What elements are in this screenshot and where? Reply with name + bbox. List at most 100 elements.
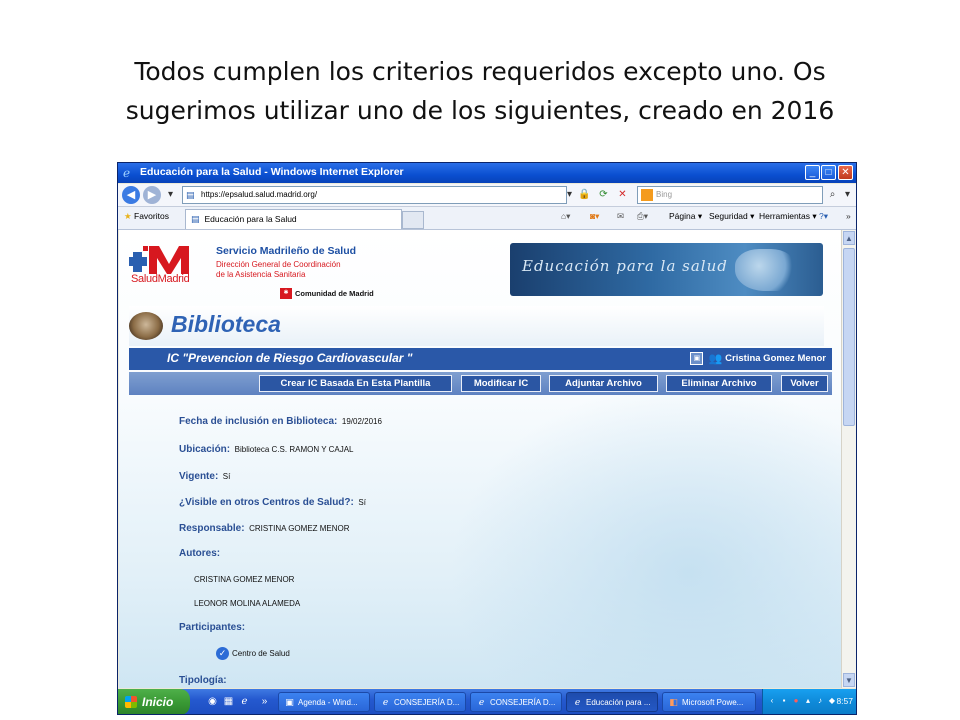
menu-herramientas[interactable]: Herramientas ▾ xyxy=(759,211,817,222)
taskbar-item-agenda[interactable]: ▣ Agenda - Wind... xyxy=(278,692,370,712)
home-icon[interactable]: ⌂▾ xyxy=(561,211,570,222)
taskbar: Inicio ◉ ▦ ℯ » ▣ Agenda - Wind... ℯ CONSEJ… xyxy=(118,689,856,714)
header-banner: Educación para la salud xyxy=(510,243,823,296)
slide-title: Todos cumplen los criterios requeridos e… xyxy=(0,52,960,130)
url-text: https://epsalud.salud.madrid.org/ xyxy=(201,190,318,199)
tray-arrow-icon[interactable]: ‹ xyxy=(767,696,777,706)
ubicacion-value: Biblioteca C.S. RAMON Y CAJAL xyxy=(234,445,354,454)
ie-logo-icon: ℯ xyxy=(123,166,131,180)
library-image xyxy=(129,312,163,340)
clock: 8:57 xyxy=(836,696,853,706)
task-label: CONSEJERÍA D... xyxy=(490,698,556,707)
scrollbar-thumb[interactable] xyxy=(843,248,855,426)
taskbar-item-consejeria-2[interactable]: ℯ CONSEJERÍA D... xyxy=(470,692,562,712)
field-vigente: Vigente: Sí xyxy=(179,471,230,482)
page-content: SaludMadrid Servicio Madrileño de Salud … xyxy=(119,230,841,688)
participantes-heading: Participantes: xyxy=(179,622,246,633)
refresh-icon[interactable]: ⟳ xyxy=(596,187,611,202)
favorites-label: Favoritos xyxy=(134,211,169,221)
history-dropdown-icon[interactable]: ▾ xyxy=(163,187,178,202)
volver-button[interactable]: Volver xyxy=(781,375,828,392)
user-name: Cristina Gomez Menor xyxy=(725,353,826,365)
responsable-label: Responsable: xyxy=(179,523,245,534)
user-card-icon[interactable]: ▣ xyxy=(690,352,704,365)
forward-button[interactable]: ▶ xyxy=(143,186,161,204)
menu-pagina[interactable]: Página ▾ xyxy=(669,211,702,222)
banner-text: Educación para la salud xyxy=(522,257,728,275)
biblioteca-header: Biblioteca xyxy=(129,306,824,346)
tray-ati-icon[interactable]: ▴ xyxy=(803,696,813,706)
search-icon[interactable]: ⌕ xyxy=(825,187,840,202)
back-button[interactable]: ◀ xyxy=(122,186,140,204)
task-label: CONSEJERÍA D... xyxy=(394,698,460,707)
vertical-scrollbar[interactable]: ▲ ▼ xyxy=(841,230,856,688)
participante-item: Centro de Salud xyxy=(232,649,290,658)
comunidad-flag-icon: ✱ xyxy=(280,288,292,299)
star-icon: ★ xyxy=(124,211,132,221)
favorites-button[interactable]: ★ Favoritos xyxy=(124,211,169,222)
menu-seguridad[interactable]: Seguridad ▾ xyxy=(709,211,754,222)
bing-logo-icon xyxy=(641,189,653,201)
tray-network-icon[interactable]: ▪ xyxy=(779,696,789,706)
hand-image xyxy=(735,249,795,291)
slide-title-line1: Todos cumplen los criterios requeridos e… xyxy=(134,57,826,86)
minimize-button[interactable]: _ xyxy=(805,165,820,180)
url-dropdown-icon[interactable]: ▾ xyxy=(562,187,577,202)
responsable-value: CRISTINA GOMEZ MENOR xyxy=(249,524,350,533)
system-tray: ‹ ▪ ● ▴ ♪ ◆ 8:57 xyxy=(762,689,856,714)
search-input[interactable]: Bing xyxy=(637,186,823,204)
tray-antivirus-icon[interactable]: ● xyxy=(791,696,801,706)
modificar-ic-button[interactable]: Modificar IC xyxy=(461,375,541,392)
window-title: Educación para la Salud - Windows Intern… xyxy=(140,166,404,178)
chevron-more-icon[interactable]: » xyxy=(846,211,851,221)
taskbar-item-educacion[interactable]: ℯ Educación para ... xyxy=(566,692,658,712)
stop-icon[interactable]: ✕ xyxy=(615,187,630,202)
search-placeholder: Bing xyxy=(656,190,673,199)
adjuntar-archivo-button[interactable]: Adjuntar Archivo xyxy=(549,375,658,392)
quicklaunch-ie-icon[interactable]: ℯ xyxy=(238,695,251,708)
field-fecha: Fecha de inclusión en Biblioteca: 19/02/… xyxy=(179,416,382,427)
eliminar-archivo-button[interactable]: Eliminar Archivo xyxy=(666,375,772,392)
url-field[interactable]: ▤ https://epsalud.salud.madrid.org/ xyxy=(182,186,567,204)
new-tab-button[interactable] xyxy=(402,211,424,229)
help-icon[interactable]: ?▾ xyxy=(819,211,828,222)
quicklaunch-more-icon[interactable]: » xyxy=(258,695,271,708)
field-visible: ¿Visible en otros Centros de Salud?: Sí xyxy=(179,497,366,508)
feeds-icon[interactable]: ◙▾ xyxy=(590,211,599,222)
comunidad-label: Comunidad de Madrid xyxy=(295,289,374,298)
maximize-button[interactable]: □ xyxy=(821,165,836,180)
scroll-down-arrow-icon[interactable]: ▼ xyxy=(843,673,855,687)
check-icon: ✓ xyxy=(216,647,229,660)
search-options-icon[interactable]: ▾ xyxy=(840,187,855,202)
action-toolbar: Crear IC Basada En Esta Plantilla Modifi… xyxy=(129,372,832,395)
fecha-label: Fecha de inclusión en Biblioteca: xyxy=(179,416,338,427)
quicklaunch-desktop-icon[interactable]: ▦ xyxy=(222,695,235,708)
close-button[interactable]: ✕ xyxy=(838,165,853,180)
crear-ic-button[interactable]: Crear IC Basada En Esta Plantilla xyxy=(259,375,452,392)
scroll-up-arrow-icon[interactable]: ▲ xyxy=(843,231,855,245)
task-label: Educación para ... xyxy=(586,698,651,707)
window-titlebar[interactable]: ℯ Educación para la Salud - Windows Inte… xyxy=(118,163,856,183)
tab-label: Educación para la Salud xyxy=(204,214,297,224)
ie-icon: ℯ xyxy=(478,697,485,707)
org-subtitle-2: de la Asistencia Sanitaria xyxy=(216,270,306,279)
mail-icon[interactable]: ✉ xyxy=(617,211,624,222)
logo-subtitle: SaludMadrid xyxy=(131,273,190,285)
taskbar-item-consejeria-1[interactable]: ℯ CONSEJERÍA D... xyxy=(374,692,466,712)
visible-value: Sí xyxy=(358,498,366,507)
record-title: IC "Prevencion de Riesgo Cardiovascular … xyxy=(167,351,413,365)
task-label: Agenda - Wind... xyxy=(298,698,358,707)
print-icon[interactable]: ⎙▾ xyxy=(637,211,648,222)
powerpoint-icon: ◧ xyxy=(669,697,678,707)
tray-volume-icon[interactable]: ♪ xyxy=(815,696,825,706)
quicklaunch-outlook-icon[interactable]: ◉ xyxy=(206,695,219,708)
autores-heading: Autores: xyxy=(179,548,221,559)
vigente-value: Sí xyxy=(222,472,231,481)
window-icon: ▣ xyxy=(285,697,294,707)
tab-educacion[interactable]: ▤ Educación para la Salud xyxy=(185,209,402,229)
lock-icon[interactable]: 🔒 xyxy=(577,187,592,202)
taskbar-item-powerpoint[interactable]: ◧ Microsoft Powe... xyxy=(662,692,756,712)
autor-item: LEONOR MOLINA ALAMEDA xyxy=(194,599,301,608)
address-bar: ◀ ▶ ▾ ▤ https://epsalud.salud.madrid.org… xyxy=(118,184,856,207)
start-button[interactable]: Inicio xyxy=(118,689,190,714)
